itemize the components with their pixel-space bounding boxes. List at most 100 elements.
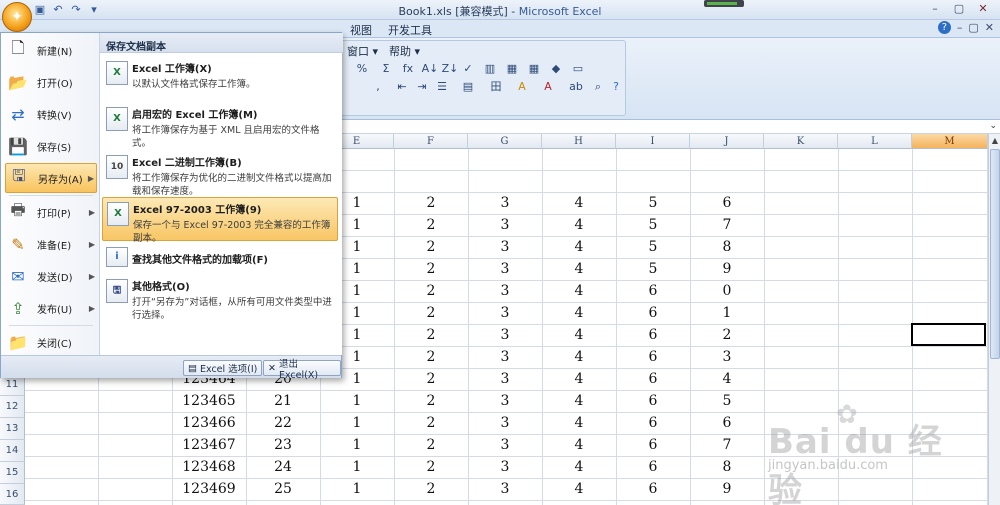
cell[interactable]: 2 bbox=[394, 369, 468, 390]
cell[interactable]: 6 bbox=[616, 435, 690, 456]
cell[interactable]: 8 bbox=[690, 457, 764, 478]
chart-button[interactable]: ▥ bbox=[481, 61, 499, 77]
cell[interactable]: 2 bbox=[394, 347, 468, 368]
cell[interactable]: 2 bbox=[394, 215, 468, 236]
cell[interactable]: 4 bbox=[542, 369, 616, 390]
cell[interactable]: 4 bbox=[542, 347, 616, 368]
menu-item-save[interactable]: 💾 保存(S) bbox=[5, 131, 97, 161]
tab-developer[interactable]: 开发工具 bbox=[388, 22, 432, 38]
toolbar-help-button[interactable]: ? bbox=[607, 79, 625, 95]
cell[interactable]: 1 bbox=[320, 479, 394, 500]
cell[interactable]: 5 bbox=[616, 259, 690, 280]
cell[interactable]: 4 bbox=[542, 457, 616, 478]
cell[interactable]: 6 bbox=[690, 193, 764, 214]
cell[interactable]: 21 bbox=[246, 391, 320, 412]
vertical-scrollbar[interactable]: ▲ bbox=[988, 134, 1000, 505]
font-color-button[interactable]: A bbox=[539, 79, 557, 95]
menu-item-save-as[interactable]: 🖫 另存为(A) ▶ bbox=[5, 163, 97, 193]
cell[interactable]: 6 bbox=[616, 479, 690, 500]
cell[interactable]: 3 bbox=[468, 347, 542, 368]
cell[interactable]: 4 bbox=[542, 193, 616, 214]
cell[interactable]: 3 bbox=[468, 391, 542, 412]
scroll-thumb[interactable] bbox=[990, 149, 1000, 359]
shape-button[interactable]: ▭ bbox=[569, 61, 587, 77]
menu-item-print[interactable]: 🖶 打印(P) ▶ bbox=[5, 197, 97, 227]
cell[interactable]: 6 bbox=[616, 369, 690, 390]
cell[interactable]: 1 bbox=[320, 391, 394, 412]
sort-descending-button[interactable]: Z↓ bbox=[441, 61, 459, 77]
cell[interactable]: 3 bbox=[468, 303, 542, 324]
cell[interactable]: 1 bbox=[320, 435, 394, 456]
cell[interactable]: 3 bbox=[468, 193, 542, 214]
excel-options-button[interactable]: ▤ Excel 选项(I) bbox=[183, 360, 263, 376]
cell[interactable]: 4 bbox=[542, 237, 616, 258]
child-minimize-button[interactable]: – bbox=[957, 21, 963, 34]
decrease-indent-button[interactable]: ⇤ bbox=[393, 79, 411, 95]
office-button[interactable]: ✦ bbox=[2, 2, 32, 32]
cell[interactable]: 2 bbox=[394, 303, 468, 324]
cell[interactable]: 123468 bbox=[172, 457, 246, 478]
cell[interactable]: 4 bbox=[542, 413, 616, 434]
cell[interactable]: 25 bbox=[246, 479, 320, 500]
cell[interactable]: 4 bbox=[542, 259, 616, 280]
cell[interactable]: 2 bbox=[394, 435, 468, 456]
cell[interactable]: 9 bbox=[690, 259, 764, 280]
cell[interactable]: 3 bbox=[468, 259, 542, 280]
column-header-g[interactable]: G bbox=[468, 134, 542, 149]
row-header-16[interactable]: 16 bbox=[0, 484, 25, 505]
increase-indent-button[interactable]: ⇥ bbox=[413, 79, 431, 95]
column-header-k[interactable]: K bbox=[764, 134, 838, 149]
cell[interactable]: 6 bbox=[616, 281, 690, 302]
save-as-binary-workbook[interactable]: 10 Excel 二进制工作簿(B) 将工作簿保存为优化的二进制文件格式以提高加… bbox=[102, 151, 338, 197]
insert-function-button[interactable]: fx bbox=[399, 61, 417, 77]
cell[interactable]: 2 bbox=[394, 259, 468, 280]
cell[interactable]: 5 bbox=[690, 391, 764, 412]
save-as-excel-workbook[interactable]: X Excel 工作簿(X) 以默认文件格式保存工作簿。 bbox=[102, 57, 338, 97]
cell[interactable]: 9 bbox=[690, 479, 764, 500]
column-header-h[interactable]: H bbox=[542, 134, 616, 149]
cell[interactable]: 3 bbox=[468, 369, 542, 390]
find-addins-option[interactable]: i 查找其他文件格式的加载项(F) bbox=[102, 247, 338, 271]
cell[interactable]: 6 bbox=[616, 303, 690, 324]
cell[interactable]: 1 bbox=[320, 413, 394, 434]
cell[interactable]: 2 bbox=[394, 237, 468, 258]
save-as-other-formats[interactable]: 🖫 其他格式(O) 打开“另存为”对话框，从所有可用文件类型中进行选择。 bbox=[102, 275, 338, 321]
cell[interactable]: 2 bbox=[394, 281, 468, 302]
style-button[interactable]: ◆ bbox=[547, 61, 565, 77]
cell[interactable]: 4 bbox=[542, 215, 616, 236]
child-close-button[interactable]: ✕ bbox=[985, 21, 994, 34]
cell[interactable]: 6 bbox=[616, 391, 690, 412]
cell[interactable]: 23 bbox=[246, 435, 320, 456]
cell[interactable]: 123466 bbox=[172, 413, 246, 434]
column-header-i[interactable]: I bbox=[616, 134, 690, 149]
cell[interactable]: 4 bbox=[690, 369, 764, 390]
column-header-m[interactable]: M bbox=[912, 134, 988, 149]
zoom-button[interactable]: ⌕ bbox=[589, 79, 607, 95]
cell[interactable]: 7 bbox=[690, 435, 764, 456]
cell[interactable]: 2 bbox=[394, 457, 468, 478]
menu-item-new[interactable]: 🗋 新建(N) bbox=[5, 35, 97, 65]
row-header-15[interactable]: 15 bbox=[0, 462, 25, 484]
column-header-f[interactable]: F bbox=[394, 134, 468, 149]
save-as-macro-workbook[interactable]: X 启用宏的 Excel 工作簿(M) 将工作簿保存为基于 XML 且启用宏的文… bbox=[102, 103, 338, 149]
row-header-13[interactable]: 13 bbox=[0, 418, 25, 440]
cell[interactable]: 6 bbox=[616, 325, 690, 346]
cell[interactable]: 6 bbox=[616, 457, 690, 478]
cell[interactable]: 2 bbox=[394, 479, 468, 500]
column-header-l[interactable]: L bbox=[838, 134, 912, 149]
borders-button[interactable]: 田 bbox=[487, 79, 505, 95]
cell[interactable]: 6 bbox=[616, 347, 690, 368]
cell[interactable]: 123467 bbox=[172, 435, 246, 456]
column-header-j[interactable]: J bbox=[690, 134, 764, 149]
cell[interactable]: 5 bbox=[616, 237, 690, 258]
cell[interactable]: 3 bbox=[468, 413, 542, 434]
cell[interactable]: 2 bbox=[394, 413, 468, 434]
exit-excel-button[interactable]: ✕ 退出 Excel(X) bbox=[263, 359, 341, 381]
menu-item-prepare[interactable]: ✎ 准备(E) ▶ bbox=[5, 229, 97, 259]
cell[interactable]: 3 bbox=[468, 457, 542, 478]
cell[interactable]: 5 bbox=[616, 193, 690, 214]
cell[interactable]: 3 bbox=[468, 325, 542, 346]
cell[interactable]: 2 bbox=[690, 325, 764, 346]
cell[interactable]: 3 bbox=[468, 435, 542, 456]
merge-button[interactable]: ▤ bbox=[459, 79, 477, 95]
